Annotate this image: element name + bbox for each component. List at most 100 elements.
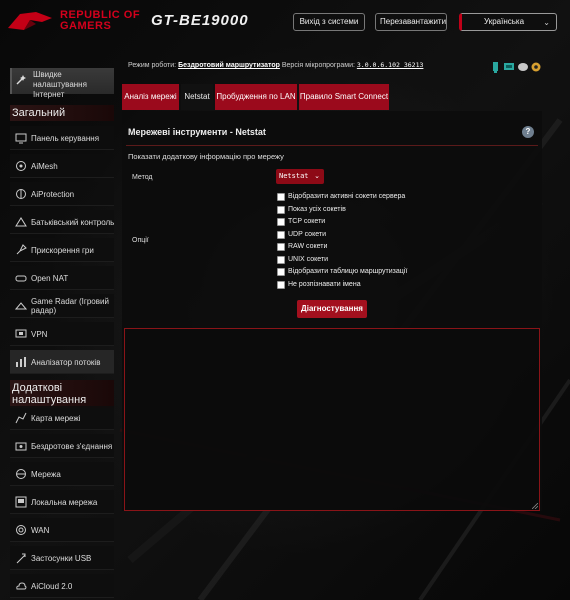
- sidebar-item-game-radar[interactable]: Game Radar (Ігровий радар): [10, 294, 114, 318]
- sidebar-item-lan[interactable]: Локальна мережа: [10, 490, 114, 514]
- method-label: Метод: [132, 174, 153, 181]
- general-section-title: Загальний: [10, 105, 114, 121]
- quick-internet-setup-button[interactable]: Швидке налаштування Інтернет: [10, 68, 114, 99]
- language-value: Українська: [484, 17, 525, 26]
- usb-icon: [16, 553, 26, 564]
- checkbox[interactable]: [277, 193, 285, 201]
- dashboard-icon: [15, 133, 27, 144]
- sidebar-item-usb-apps[interactable]: Застосунки USB: [10, 546, 114, 570]
- mode-label: Режим роботи:: [128, 62, 177, 69]
- gear-icon[interactable]: [531, 62, 541, 72]
- mesh-icon: [16, 161, 26, 171]
- sidebar-item-aicloud[interactable]: AiCloud 2.0: [10, 574, 114, 598]
- status-icons: [492, 60, 542, 74]
- vpn-icon: [15, 329, 27, 338]
- resize-handle-icon[interactable]: [532, 503, 538, 509]
- sidebar-item-network-map[interactable]: Карта мережі: [10, 406, 114, 430]
- tab-wake-on-lan[interactable]: Пробудження по LAN: [215, 84, 297, 110]
- operation-mode-link[interactable]: Бездротовий маршрутизатор: [178, 62, 280, 69]
- sidebar-item-aimesh[interactable]: AiMesh: [10, 154, 114, 178]
- gamepad-icon: [15, 275, 27, 282]
- brand-line2: GAMERS: [60, 20, 112, 32]
- chevron-down-icon: ⌄: [543, 18, 550, 27]
- tab-network-analysis[interactable]: Аналіз мережі: [122, 84, 179, 110]
- method-value: Netstat: [279, 172, 309, 180]
- tab-netstat[interactable]: Netstat: [181, 84, 213, 110]
- sidebar-item-network[interactable]: Мережа: [10, 462, 114, 486]
- sidebar-item-label: VPN: [31, 329, 48, 339]
- traffic-analyzer-icon: [16, 357, 26, 367]
- language-select[interactable]: Українська ⌄: [459, 13, 557, 31]
- sidebar-item-label: AiProtection: [31, 189, 75, 199]
- diagnose-button[interactable]: Діагностування: [297, 300, 367, 318]
- checkbox[interactable]: [277, 280, 285, 289]
- sidebar-item-vpn[interactable]: VPN: [10, 322, 114, 346]
- network-status-icon[interactable]: [504, 63, 514, 70]
- sidebar-item-label: Мережа: [31, 469, 61, 479]
- checkbox[interactable]: [277, 218, 285, 226]
- sidebar-item-label: Прискорення гри: [31, 245, 94, 255]
- sidebar-item-label: Панель керування: [31, 133, 100, 143]
- usb-status-icon[interactable]: [493, 62, 498, 73]
- advanced-section-title: Додаткові налаштування: [10, 380, 114, 408]
- checkbox[interactable]: [277, 230, 285, 239]
- reboot-button[interactable]: Перезавантажити: [375, 13, 447, 31]
- divider: [126, 145, 538, 146]
- wireless-icon: [15, 442, 27, 451]
- radar-icon: [15, 302, 27, 310]
- firmware-version-link[interactable]: 3.0.0.6.102_36213: [357, 61, 424, 69]
- rocket-icon: [16, 244, 27, 255]
- sidebar-item-label: WAN: [31, 525, 50, 535]
- sidebar-item-traffic-analyzer[interactable]: Аналізатор потоків: [10, 350, 114, 374]
- sidebar-item-aiprotection[interactable]: AiProtection: [10, 182, 114, 206]
- quick-setup-label: Швидке налаштування Інтернет: [33, 70, 87, 99]
- rog-logo: REPUBLIC OF GAMERS: [6, 8, 146, 38]
- network-map-icon: [15, 412, 27, 424]
- sidebar-item-wan[interactable]: WAN: [10, 518, 114, 542]
- cloud-status-icon[interactable]: [518, 63, 528, 71]
- chevron-down-icon: ⌄: [314, 173, 320, 180]
- option-label: TCP сокети: [288, 218, 326, 225]
- firmware-label: Версія мікропрограми:: [281, 62, 355, 69]
- option-label: Відобразити таблицю маршрутизації: [288, 268, 408, 275]
- sidebar-item-label: Батьківський контроль: [31, 217, 115, 227]
- rog-eye-icon: [8, 12, 52, 30]
- tab-smart-connect-rule[interactable]: Правило Smart Connect: [299, 84, 389, 110]
- checkbox[interactable]: [277, 243, 285, 251]
- sidebar-item-label: Open NAT: [31, 273, 69, 283]
- sidebar-item-game-boost[interactable]: Прискорення гри: [10, 238, 114, 262]
- brand-text: REPUBLIC OF GAMERS: [60, 10, 140, 32]
- option-label: RAW сокети: [288, 243, 328, 250]
- wand-icon: [16, 75, 26, 85]
- model-name: GT-BE19000: [151, 12, 249, 29]
- sidebar-item-label: Бездротове з'єднання: [31, 441, 113, 451]
- sidebar-item-open-nat[interactable]: Open NAT: [10, 266, 114, 290]
- page-description: Показати додаткову інформацію про мережу: [128, 152, 284, 161]
- cloud-icon: [16, 582, 27, 590]
- help-icon[interactable]: ?: [522, 126, 534, 138]
- globe-icon: [16, 469, 26, 479]
- sidebar-item-label: Аналізатор потоків: [31, 357, 101, 367]
- method-select[interactable]: Netstat ⌄: [276, 169, 324, 184]
- wan-icon: [16, 525, 26, 535]
- status-line: Режим роботи: Бездротовий маршрутизатор …: [128, 61, 423, 69]
- checkbox[interactable]: [277, 268, 285, 276]
- sidebar-item-dashboard[interactable]: Панель керування: [10, 126, 114, 150]
- parental-icon: [15, 217, 27, 227]
- option-label: Показ усіх сокетів: [288, 205, 346, 213]
- sidebar-item-wireless[interactable]: Бездротове з'єднання: [10, 434, 114, 458]
- option-label: Не розпізнавати імена: [288, 280, 361, 288]
- checkbox[interactable]: [277, 255, 285, 264]
- header: REPUBLIC OF GAMERS GT-BE19000 Вихід з си…: [0, 0, 570, 44]
- page-title: Мережеві інструменти - Netstat: [128, 127, 266, 137]
- option-label: UNIX сокети: [288, 255, 329, 263]
- sidebar-item-label: Локальна мережа: [31, 497, 98, 507]
- lan-icon: [15, 496, 27, 508]
- sidebar-item-label: Застосунки USB: [31, 553, 92, 563]
- logout-button[interactable]: Вихід з системи: [293, 13, 365, 31]
- output-textarea[interactable]: [124, 328, 540, 511]
- sidebar-item-parental-control[interactable]: Батьківський контроль: [10, 210, 114, 234]
- option-label: Відобразити активні сокети сервера: [288, 193, 406, 200]
- sidebar-item-label: AiMesh: [31, 161, 58, 171]
- checkbox[interactable]: [277, 205, 285, 214]
